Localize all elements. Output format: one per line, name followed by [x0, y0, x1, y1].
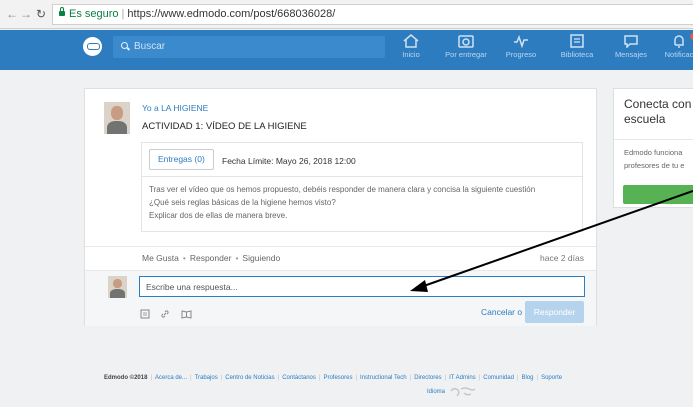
assignment-description: Tras ver el vídeo que os hemos propuesto… [149, 183, 577, 222]
search-icon [121, 42, 128, 49]
progress-icon [514, 34, 528, 48]
attachment-icons [140, 305, 198, 323]
footer-link[interactable]: IT Admins [449, 375, 476, 381]
footer-link[interactable]: Blog [521, 375, 533, 381]
panel-text-line: Edmodo funciona [624, 148, 683, 157]
world-map-icon [450, 387, 476, 397]
entregas-button[interactable]: Entregas (0) [149, 149, 214, 170]
post-author[interactable]: Yo a LA HIGIENE [142, 103, 208, 113]
footer-link[interactable]: Instructional Tech [360, 375, 407, 381]
nav-notificaciones[interactable]: Notificac [655, 33, 693, 59]
post-actions: Me Gusta • Responder • Siguiendo [142, 253, 281, 263]
nav-biblioteca[interactable]: Biblioteca [553, 34, 601, 59]
description-line: ¿Qué seis reglas básicas de la higiene h… [149, 198, 336, 207]
language-link[interactable]: Idioma [427, 389, 445, 395]
like-link[interactable]: Me Gusta [142, 253, 179, 263]
footer-link[interactable]: Trabajos [195, 375, 218, 381]
footer-link[interactable]: Centro de Noticias [225, 375, 274, 381]
post-card: Yo a LA HIGIENE ACTIVIDAD 1: VÍDEO DE LA… [84, 88, 597, 326]
library-icon[interactable] [181, 309, 192, 319]
footer-link[interactable]: Comunidad [483, 375, 514, 381]
nav-label: Biblioteca [560, 50, 594, 59]
reload-icon[interactable]: ↻ [36, 8, 46, 20]
browser-toolbar: ← → ↻ Es seguro | https://www.edmodo.com/p… [0, 0, 693, 29]
secure-label: Es seguro [69, 8, 119, 20]
post-title: ACTIVIDAD 1: VÍDEO DE LA HIGIENE [142, 121, 307, 132]
bell-icon [674, 35, 684, 48]
url-text: https://www.edmodo.com/post/668036028/ [127, 8, 336, 20]
reply-button[interactable]: Responder [525, 301, 584, 323]
divider [85, 246, 596, 247]
assignment-box: Entregas (0) Fecha Límite: Mayo 26, 2018… [141, 142, 583, 232]
file-icon[interactable] [140, 309, 150, 319]
footer-link[interactable]: Soporte [541, 375, 562, 381]
nav-label: Progreso [505, 50, 537, 59]
reply-input[interactable] [139, 276, 585, 297]
lock-icon [59, 7, 65, 16]
footer: Edmodo ©2018 | Acerca de... | Trabajos | Centr… [104, 375, 563, 381]
link-icon[interactable] [160, 309, 170, 319]
search-placeholder: Buscar [134, 41, 166, 52]
nav-mensajes[interactable]: Mensajes [607, 34, 655, 59]
connect-button[interactable] [623, 185, 693, 204]
due-date: Fecha Límite: Mayo 26, 2018 12:00 [222, 156, 356, 166]
nav-por-entregar[interactable]: Por entregar [442, 34, 490, 59]
panel-title-line: Conecta con [624, 97, 692, 111]
footer-link[interactable]: Directores [414, 375, 441, 381]
description-line: Explicar dos de ellas de manera breve. [149, 211, 288, 220]
panel-text: Edmodo funciona profesores de tu e [624, 146, 684, 172]
footer-link[interactable]: Acerca de... [155, 375, 187, 381]
divider [614, 139, 693, 140]
panel-title: Conecta con escuela [624, 97, 691, 127]
reply-link[interactable]: Responder [190, 253, 232, 263]
nav-progreso[interactable]: Progreso [497, 34, 545, 59]
panel-text-line: profesores de tu e [624, 161, 685, 170]
cancel-link[interactable]: Cancelar o [481, 307, 522, 317]
post-time: hace 2 días [540, 253, 584, 263]
nav-label: Mensajes [614, 50, 648, 59]
connect-school-panel: Conecta con escuela Edmodo funciona prof… [613, 88, 693, 208]
library-icon [570, 34, 584, 48]
reply-area: Cancelar o Responder [85, 270, 596, 326]
back-arrow-icon[interactable]: ← [6, 8, 18, 20]
footer-link[interactable]: Profesores [323, 375, 352, 381]
follow-link[interactable]: Siguiendo [242, 253, 280, 263]
copyright: Edmodo ©2018 [104, 375, 148, 381]
address-bar[interactable]: Es seguro | https://www.edmodo.com/post/66… [52, 4, 693, 25]
nav-label: Inicio [402, 50, 420, 59]
nav-label: Por entregar [445, 50, 487, 59]
author-avatar[interactable] [104, 102, 130, 134]
user-avatar [108, 276, 127, 298]
panel-title-line: escuela [624, 112, 666, 126]
description-line: Tras ver el vídeo que os hemos propuesto… [149, 185, 536, 194]
home-icon [403, 34, 419, 48]
nav-label: Notificac [664, 50, 693, 59]
footer-link[interactable]: Contáctanos [282, 375, 316, 381]
chat-icon [624, 35, 638, 48]
forward-arrow-icon[interactable]: → [20, 8, 32, 20]
edmodo-logo-icon[interactable] [83, 37, 102, 56]
search-input[interactable]: Buscar [113, 36, 385, 58]
nav-inicio[interactable]: Inicio [387, 34, 435, 59]
divider [142, 176, 582, 177]
camera-icon [458, 35, 474, 48]
app-header: Buscar Inicio Por entregar Progreso Bibl… [0, 30, 693, 70]
